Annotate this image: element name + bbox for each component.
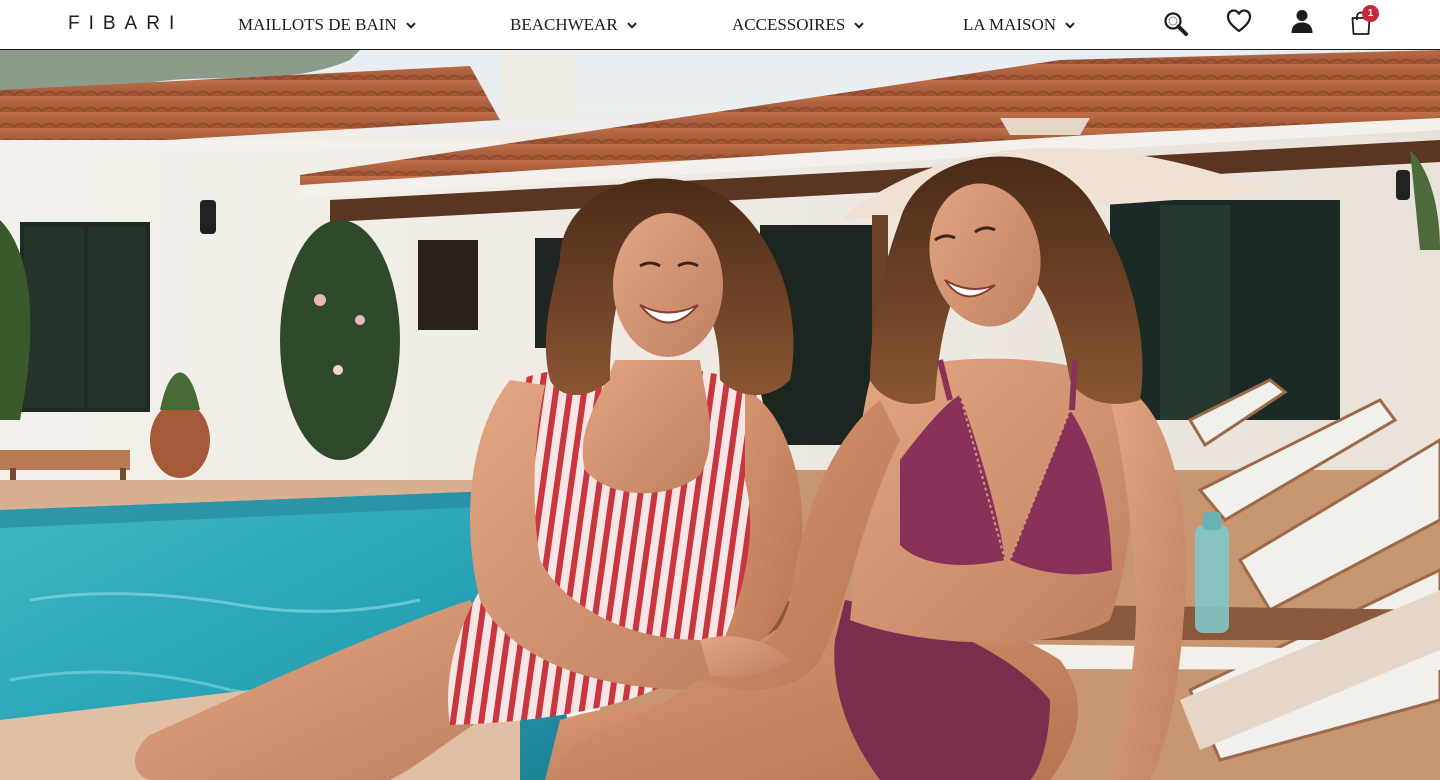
nav-item-label: ACCESSOIRES — [732, 15, 846, 34]
brand-logo[interactable]: FIBARI — [68, 13, 183, 35]
hero-banner — [0, 50, 1440, 780]
search-button[interactable] — [1161, 9, 1191, 39]
nav-item-label: BEACHWEAR — [510, 15, 618, 34]
chevron-down-icon — [405, 21, 416, 29]
nav-item-maillots-de-bain[interactable]: MAILLOTS DE BAIN — [238, 14, 416, 36]
search-icon — [1164, 12, 1188, 36]
nav-item-beachwear[interactable]: BEACHWEAR — [510, 14, 637, 36]
site-header: FIBARI MAILLOTS DE BAIN BEACHWEAR ACCESS… — [0, 0, 1440, 50]
heart-icon — [1226, 9, 1252, 33]
nav-item-la-maison[interactable]: LA MAISON — [963, 14, 1075, 36]
nav-item-accessoires[interactable]: ACCESSOIRES — [732, 14, 865, 36]
chevron-down-icon — [854, 21, 865, 29]
chevron-down-icon — [626, 21, 637, 29]
nav-item-label: LA MAISON — [963, 15, 1057, 34]
cart-count-badge: 1 — [1362, 5, 1379, 22]
chevron-down-icon — [1065, 21, 1075, 29]
wishlist-button[interactable] — [1224, 6, 1254, 36]
hero-image[interactable] — [0, 50, 1440, 780]
account-button[interactable] — [1287, 6, 1317, 36]
nav-item-label: MAILLOTS DE BAIN — [238, 15, 397, 34]
user-icon — [1291, 10, 1313, 33]
